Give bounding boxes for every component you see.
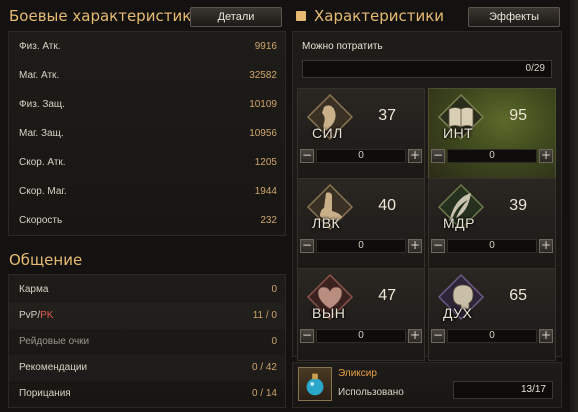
stat-label: Маг. Защ. bbox=[19, 128, 64, 139]
stat-value: 1944 bbox=[254, 186, 277, 197]
increase-button[interactable]: + bbox=[408, 239, 422, 253]
social-value: 0 / 42 bbox=[251, 362, 277, 373]
attribute-card-men[interactable]: ДУХ 65 − 0 + bbox=[428, 268, 556, 361]
stat-label: Скорость bbox=[19, 215, 63, 226]
spendable-bar: 0/29 bbox=[302, 60, 552, 78]
stat-row-phys-def: Физ. Защ. 10109 bbox=[9, 91, 285, 119]
social-title: Общение bbox=[9, 251, 83, 269]
elixir-used-value: 13/17 bbox=[520, 384, 546, 395]
social-value: 11 / 0 bbox=[252, 310, 277, 321]
elixir-bottle-icon bbox=[298, 367, 332, 401]
allocation-field[interactable]: 0 bbox=[447, 239, 537, 253]
attribute-value: 40 bbox=[378, 197, 396, 214]
stat-label: Скор. Маг. bbox=[19, 186, 67, 197]
social-value: 0 bbox=[271, 336, 277, 347]
decrease-button[interactable]: − bbox=[431, 239, 445, 253]
attribute-value: 47 bbox=[378, 287, 396, 304]
social-row-karma: Карма 0 bbox=[9, 277, 285, 303]
stat-row-mag-atk: Маг. Атк. 32582 bbox=[9, 62, 285, 90]
social-row-censures: Порицания 0 / 14 bbox=[9, 381, 285, 407]
attribute-abbr: СИЛ bbox=[312, 125, 343, 141]
attribute-value: 37 bbox=[378, 107, 396, 124]
allocation-control: − 0 + bbox=[431, 239, 553, 255]
attribute-card-dex[interactable]: ЛВК 40 − 0 + bbox=[297, 178, 425, 271]
stat-value: 9916 bbox=[254, 41, 277, 52]
social-label: Рейдовые очки bbox=[19, 336, 90, 347]
elixir-panel: Эликсир Использовано 13/17 bbox=[292, 362, 562, 408]
increase-button[interactable]: + bbox=[539, 149, 553, 163]
attribute-abbr: ДУХ bbox=[443, 305, 473, 321]
combat-stats-panel: Физ. Атк. 9916 Маг. Атк. 32582 Физ. Защ.… bbox=[8, 31, 286, 236]
stat-row-phys-atk: Физ. Атк. 9916 bbox=[9, 33, 285, 61]
social-label: Рекомендации bbox=[19, 362, 88, 373]
decrease-button[interactable]: − bbox=[300, 149, 314, 163]
allocation-control: − 0 + bbox=[431, 149, 553, 165]
stat-label: Физ. Атк. bbox=[19, 41, 61, 52]
stat-value: 1205 bbox=[254, 157, 277, 168]
increase-button[interactable]: + bbox=[539, 329, 553, 343]
decrease-button[interactable]: − bbox=[300, 239, 314, 253]
allocation-control: − 0 + bbox=[300, 149, 422, 165]
stat-value: 32582 bbox=[249, 70, 277, 81]
attributes-title: Характеристики bbox=[314, 7, 445, 25]
social-value: 0 / 14 bbox=[251, 388, 277, 399]
allocation-field[interactable]: 0 bbox=[447, 329, 537, 343]
decrease-button[interactable]: − bbox=[431, 149, 445, 163]
attribute-value: 95 bbox=[509, 107, 527, 124]
attribute-value: 39 bbox=[509, 197, 527, 214]
attribute-card-int[interactable]: ИНТ 95 − 0 + bbox=[428, 88, 556, 181]
stat-value: 10109 bbox=[249, 99, 277, 110]
attribute-abbr: ЛВК bbox=[312, 215, 341, 231]
allocation-control: − 0 + bbox=[300, 239, 422, 255]
stat-label: Маг. Атк. bbox=[19, 70, 60, 81]
stat-label: Скор. Атк. bbox=[19, 157, 66, 168]
elixir-used-field: 13/17 bbox=[453, 381, 553, 399]
effects-button[interactable]: Эффекты bbox=[468, 7, 560, 27]
social-value: 0 bbox=[271, 284, 277, 295]
attribute-abbr: ВЫН bbox=[312, 305, 346, 321]
increase-button[interactable]: + bbox=[408, 329, 422, 343]
stat-row-cast-speed: Скор. Маг. 1944 bbox=[9, 178, 285, 206]
allocation-field[interactable]: 0 bbox=[316, 149, 406, 163]
decrease-button[interactable]: − bbox=[431, 329, 445, 343]
stat-row-mag-def: Маг. Защ. 10956 bbox=[9, 120, 285, 148]
spendable-label: Можно потратить bbox=[302, 41, 383, 52]
elixir-title: Эликсир bbox=[338, 368, 377, 379]
social-row-recommendations: Рекомендации 0 / 42 bbox=[9, 355, 285, 381]
stat-value: 10956 bbox=[249, 128, 277, 139]
social-row-raid-points: Рейдовые очки 0 bbox=[9, 329, 285, 355]
social-row-pvp-pk: PvP/PK 11 / 0 bbox=[9, 303, 285, 329]
social-panel: Карма 0 PvP/PK 11 / 0 Рейдовые очки 0 Ре… bbox=[8, 274, 286, 408]
attribute-card-wit[interactable]: МДР 39 − 0 + bbox=[428, 178, 556, 271]
increase-button[interactable]: + bbox=[539, 239, 553, 253]
social-label: PvP/PK bbox=[19, 310, 53, 321]
decrease-button[interactable]: − bbox=[300, 329, 314, 343]
allocation-field[interactable]: 0 bbox=[447, 149, 537, 163]
allocation-control: − 0 + bbox=[300, 329, 422, 345]
attribute-abbr: МДР bbox=[443, 215, 475, 231]
social-label: Карма bbox=[19, 284, 49, 295]
combat-stats-title: Боевые характеристики bbox=[9, 7, 201, 25]
pk-label: PK bbox=[40, 310, 54, 321]
scrollbar[interactable] bbox=[570, 0, 578, 412]
stat-value: 232 bbox=[260, 215, 277, 226]
attribute-value: 65 bbox=[509, 287, 527, 304]
allocation-field[interactable]: 0 bbox=[316, 329, 406, 343]
details-button[interactable]: Детали bbox=[190, 7, 282, 27]
allocation-field[interactable]: 0 bbox=[316, 239, 406, 253]
attribute-card-con[interactable]: ВЫН 47 − 0 + bbox=[297, 268, 425, 361]
increase-button[interactable]: + bbox=[408, 149, 422, 163]
pvp-label: PvP bbox=[19, 310, 38, 321]
attribute-card-str[interactable]: СИЛ 37 − 0 + bbox=[297, 88, 425, 181]
stat-row-speed: Скорость 232 bbox=[9, 207, 285, 235]
social-label: Порицания bbox=[19, 388, 71, 399]
attribute-abbr: ИНТ bbox=[443, 125, 474, 141]
elixir-used-label: Использовано bbox=[338, 387, 404, 398]
allocation-control: − 0 + bbox=[431, 329, 553, 345]
tab-grip-icon[interactable] bbox=[296, 11, 306, 21]
stat-row-atk-speed: Скор. Атк. 1205 bbox=[9, 149, 285, 177]
spendable-value: 0/29 bbox=[525, 63, 545, 74]
stat-label: Физ. Защ. bbox=[19, 99, 65, 110]
